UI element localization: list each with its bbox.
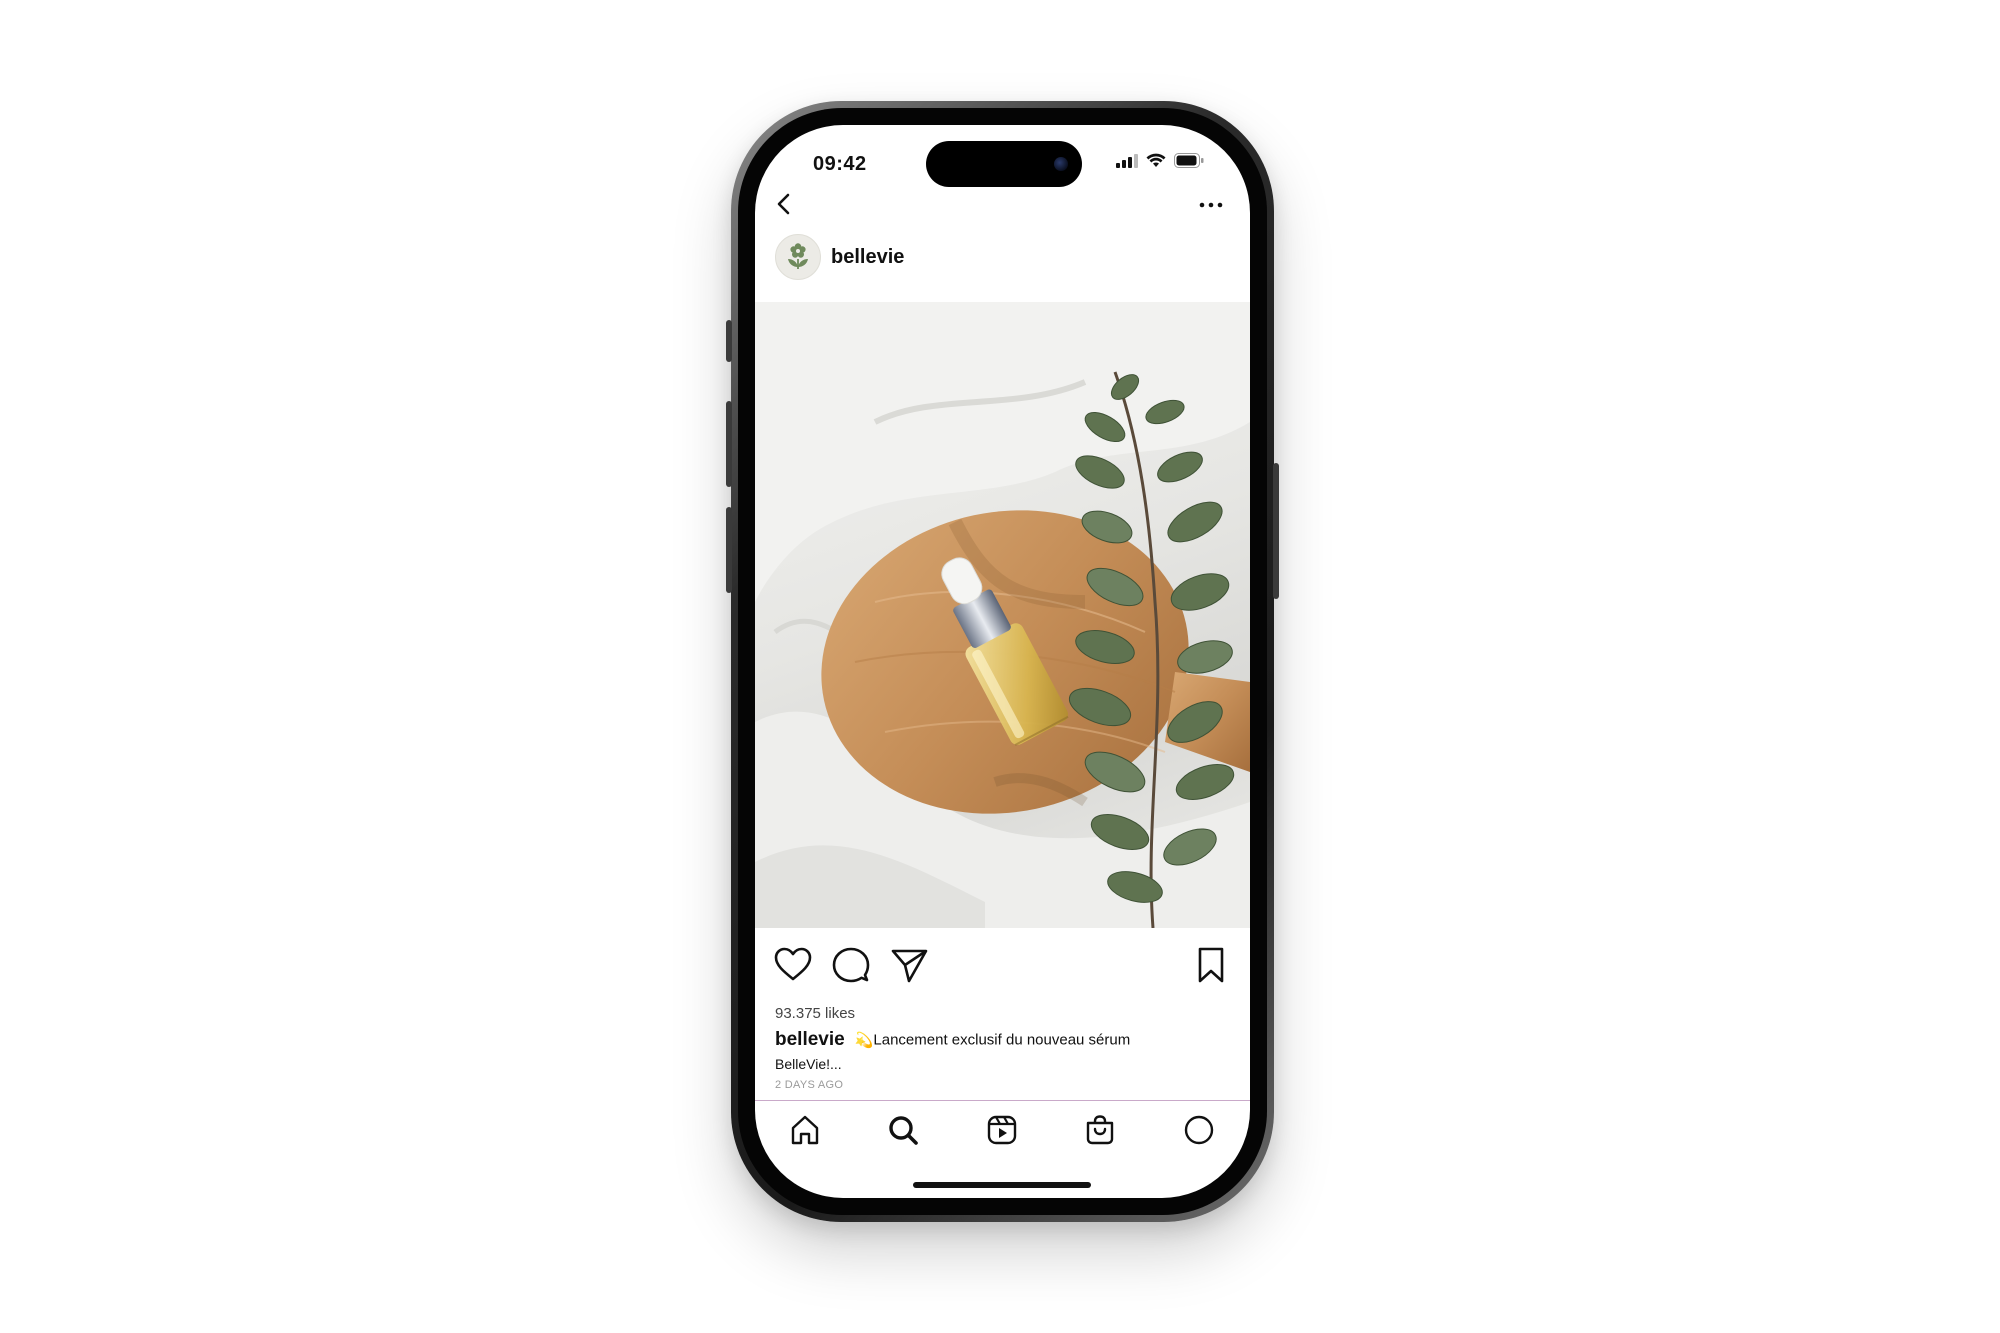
avatar[interactable]	[775, 234, 821, 280]
chevron-left-icon[interactable]	[769, 189, 799, 219]
heart-icon[interactable]	[773, 945, 813, 985]
flower-logo-icon	[788, 243, 808, 269]
volume-up-button	[726, 401, 732, 487]
tab-search[interactable]	[883, 1110, 923, 1150]
post-username[interactable]: bellevie	[831, 246, 904, 269]
post-header: bellevie	[775, 234, 904, 280]
camera-lens	[1054, 157, 1068, 171]
volume-down-button	[726, 507, 732, 593]
caption-username[interactable]: bellevie	[775, 1029, 845, 1050]
post-timestamp: 2 DAYS AGO	[775, 1079, 844, 1091]
side-button	[1273, 463, 1279, 599]
post-actions	[755, 945, 1250, 989]
search-icon	[889, 1116, 918, 1145]
reels-icon	[987, 1115, 1017, 1145]
home-indicator[interactable]	[913, 1182, 1091, 1188]
status-time: 09:42	[813, 153, 867, 175]
wifi-icon	[1146, 153, 1166, 167]
tab-bar	[755, 1110, 1250, 1160]
home-icon	[791, 1115, 819, 1145]
serum-product-photo	[755, 302, 1250, 928]
shopping-bag-icon	[1086, 1115, 1114, 1145]
likes-count[interactable]: 93.375 likes	[775, 1005, 855, 1022]
comment-icon[interactable]	[831, 945, 871, 985]
screen: 09:42 bellevie 93.375 likes bellevie 💫La…	[755, 125, 1250, 1198]
cellular-signal-icon	[1116, 153, 1138, 168]
tab-reels[interactable]	[982, 1110, 1022, 1150]
caption-text: Lancement exclusif du nouveau sérum	[873, 1031, 1131, 1049]
tabbar-divider	[755, 1100, 1250, 1101]
tab-home[interactable]	[785, 1110, 825, 1150]
more-horizontal-icon[interactable]	[1196, 195, 1226, 215]
battery-icon	[1174, 153, 1204, 168]
action-button	[726, 320, 732, 362]
bookmark-icon[interactable]	[1191, 945, 1231, 985]
phone-frame: 09:42 bellevie 93.375 likes bellevie 💫La…	[726, 101, 1279, 1222]
tab-profile[interactable]	[1179, 1110, 1219, 1150]
send-icon[interactable]	[889, 945, 929, 985]
profile-icon	[1184, 1115, 1214, 1145]
caption-continuation[interactable]: BelleVie!...	[775, 1056, 842, 1072]
post-image[interactable]	[755, 302, 1250, 928]
caption: bellevie 💫Lancement exclusif du nouveau s…	[775, 1029, 1235, 1051]
tab-shop[interactable]	[1080, 1110, 1120, 1150]
caption-emoji: 💫	[854, 1032, 874, 1049]
status-icons	[1116, 153, 1204, 168]
dynamic-island	[926, 141, 1082, 187]
